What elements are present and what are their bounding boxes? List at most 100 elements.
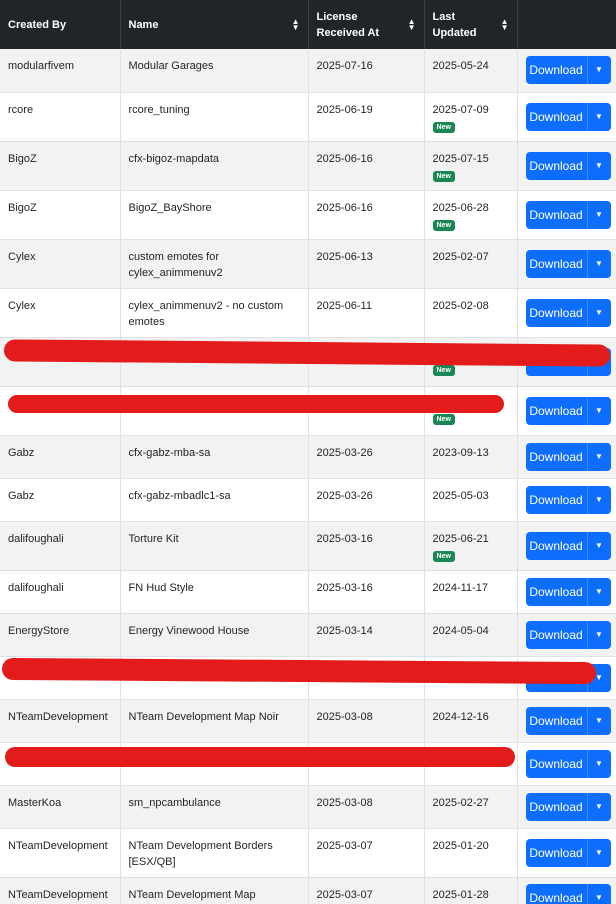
cell-last-updated-text: 2024-11-17 bbox=[432, 581, 488, 594]
sort-updown-icon[interactable]: ▲ ▼ bbox=[292, 17, 300, 31]
caret-down-icon[interactable]: ▼ bbox=[586, 151, 611, 180]
download-split-button[interactable]: Download▼ bbox=[525, 151, 611, 180]
caret-down-icon[interactable]: ▼ bbox=[586, 249, 611, 278]
cell-license-received-text: 2025-03-08 bbox=[316, 710, 373, 723]
table-row: NTeamDevelopment NTeam Development Border… bbox=[0, 828, 616, 878]
download-button[interactable]: Download bbox=[526, 299, 587, 327]
caret-down-icon[interactable]: ▼ bbox=[586, 102, 611, 131]
download-split-button[interactable]: Download▼ bbox=[525, 102, 611, 131]
licenses-table: Created By Name ▲ ▼ License Received At ▲ ▼ Las… bbox=[0, 0, 616, 904]
cell-created-by: rcore bbox=[0, 92, 121, 142]
download-button[interactable]: Download bbox=[526, 486, 587, 514]
cell-actions: Download▼ bbox=[517, 570, 616, 614]
caret-down-icon[interactable]: ▼ bbox=[586, 838, 611, 867]
cell-license-received: 2025-03-08 bbox=[308, 785, 425, 829]
cell-license-received-text: 2025-03-16 bbox=[316, 581, 373, 594]
cell-created-by: NTeamDevelopment bbox=[0, 699, 121, 743]
column-header-last-updated[interactable]: Last Updated ▲ ▼ bbox=[424, 0, 518, 49]
caret-down-icon[interactable]: ▼ bbox=[586, 442, 611, 471]
caret-down-icon[interactable]: ▼ bbox=[586, 749, 611, 778]
cell-license-received: 2025-06-11 bbox=[308, 288, 425, 338]
caret-down-icon[interactable]: ▼ bbox=[586, 620, 611, 649]
caret-down-icon[interactable]: ▼ bbox=[586, 298, 611, 327]
download-button[interactable]: Download bbox=[526, 56, 587, 84]
download-split-button[interactable]: Download▼ bbox=[525, 56, 611, 85]
cell-created-by: BigoZ bbox=[0, 141, 121, 191]
cell-license-received: 2025-03-16 bbox=[308, 570, 425, 614]
caret-down-icon[interactable]: ▼ bbox=[586, 706, 611, 735]
download-split-button[interactable]: Download▼ bbox=[525, 531, 611, 560]
caret-down-icon[interactable]: ▼ bbox=[586, 200, 611, 229]
caret-down-icon[interactable]: ▼ bbox=[586, 531, 611, 560]
download-button[interactable]: Download bbox=[526, 201, 587, 229]
column-header-license-received-at[interactable]: License Received At ▲ ▼ bbox=[308, 0, 425, 49]
cell-last-updated: 2025-05-24 bbox=[424, 49, 518, 93]
download-split-button[interactable]: Download▼ bbox=[525, 249, 611, 278]
cell-name-text: Energy Vinewood House bbox=[128, 624, 250, 637]
cell-license-received-text: 2025-07-16 bbox=[316, 60, 373, 72]
caret-down-icon[interactable]: ▼ bbox=[586, 396, 611, 425]
cell-license-received: 2025-07-16 bbox=[308, 49, 425, 93]
cell-actions: Download▼ bbox=[517, 742, 616, 786]
cell-last-updated-text: 2025-07-15 bbox=[432, 152, 489, 165]
new-badge: New bbox=[432, 219, 455, 231]
download-button[interactable]: Download bbox=[526, 707, 587, 735]
cell-created-by: NTeamDevelopment bbox=[0, 877, 121, 904]
download-split-button[interactable]: Download▼ bbox=[525, 485, 611, 514]
cell-last-updated-text: 2025-06-21 bbox=[432, 532, 489, 545]
table-row: NTeamDevelopment NTeam Development Map Mo… bbox=[0, 877, 616, 904]
download-button[interactable]: Download bbox=[526, 397, 587, 425]
cell-last-updated: 2025-07-09 New bbox=[424, 92, 518, 142]
download-button[interactable]: Download bbox=[526, 884, 587, 904]
caret-down-icon[interactable]: ▼ bbox=[586, 884, 611, 904]
cell-last-updated-text: 2025-07-09 bbox=[432, 103, 489, 116]
cell-last-updated-text: 2025-02-08 bbox=[432, 299, 489, 312]
caret-down-icon[interactable]: ▼ bbox=[586, 577, 611, 606]
cell-last-updated-text: 2023-09-13 bbox=[432, 446, 489, 459]
cell-license-received: 2025-03-16 bbox=[308, 521, 425, 571]
download-button[interactable]: Download bbox=[526, 839, 587, 867]
cell-created-by: dalifoughali bbox=[0, 570, 121, 614]
cell-created-by: modularfivem bbox=[0, 49, 121, 93]
download-split-button[interactable]: Download▼ bbox=[525, 442, 611, 471]
download-button[interactable]: Download bbox=[526, 443, 587, 471]
cell-name-text: NTeam Development Map Noir bbox=[128, 710, 279, 723]
download-split-button[interactable]: Download▼ bbox=[525, 298, 611, 327]
cell-last-updated: 2025-01-28 bbox=[424, 877, 518, 904]
download-split-button[interactable]: Download▼ bbox=[525, 792, 611, 821]
download-button[interactable]: Download bbox=[526, 793, 587, 821]
download-split-button[interactable]: Download▼ bbox=[525, 200, 611, 229]
cell-last-updated: 2025-06-21 New bbox=[424, 521, 518, 571]
download-button[interactable]: Download bbox=[526, 532, 587, 560]
sort-updown-icon[interactable]: ▲ ▼ bbox=[501, 17, 509, 31]
download-button[interactable]: Download bbox=[526, 621, 587, 649]
download-split-button[interactable]: Download▼ bbox=[525, 620, 611, 649]
cell-last-updated: 2025-02-07 bbox=[424, 239, 518, 289]
cell-license-received: 2025-06-16 bbox=[308, 141, 425, 191]
download-button[interactable]: Download bbox=[526, 103, 587, 131]
cell-created-by: NTeamDevelopment bbox=[0, 828, 121, 878]
download-button[interactable]: Download bbox=[526, 750, 587, 778]
download-split-button[interactable]: Download▼ bbox=[525, 577, 611, 606]
caret-down-icon[interactable]: ▼ bbox=[586, 56, 611, 85]
download-button[interactable]: Download bbox=[526, 578, 587, 606]
cell-last-updated: 2025-02-08 bbox=[424, 288, 518, 338]
sort-updown-icon[interactable]: ▲ ▼ bbox=[408, 17, 416, 31]
download-split-button[interactable]: Download▼ bbox=[525, 884, 611, 904]
cell-created-by: Gabz bbox=[0, 435, 121, 479]
download-split-button[interactable]: Download▼ bbox=[525, 838, 611, 867]
download-split-button[interactable]: Download▼ bbox=[525, 396, 611, 425]
column-header-name[interactable]: Name ▲ ▼ bbox=[120, 0, 309, 49]
caret-down-icon[interactable]: ▼ bbox=[586, 792, 611, 821]
cell-last-updated: 2025-02-27 bbox=[424, 785, 518, 829]
cell-created-by-text: Gabz bbox=[8, 489, 35, 502]
download-split-button[interactable]: Download▼ bbox=[525, 749, 611, 778]
download-split-button[interactable]: Download▼ bbox=[525, 706, 611, 735]
cell-actions: Download▼ bbox=[517, 288, 616, 338]
cell-license-received: 2025-03-26 bbox=[308, 435, 425, 479]
cell-license-received-text: 2025-06-16 bbox=[316, 201, 373, 214]
download-button[interactable]: Download bbox=[526, 250, 587, 278]
caret-down-icon[interactable]: ▼ bbox=[586, 485, 611, 514]
download-button[interactable]: Download bbox=[526, 152, 587, 180]
cell-last-updated-text: 2024-05-04 bbox=[432, 624, 489, 637]
